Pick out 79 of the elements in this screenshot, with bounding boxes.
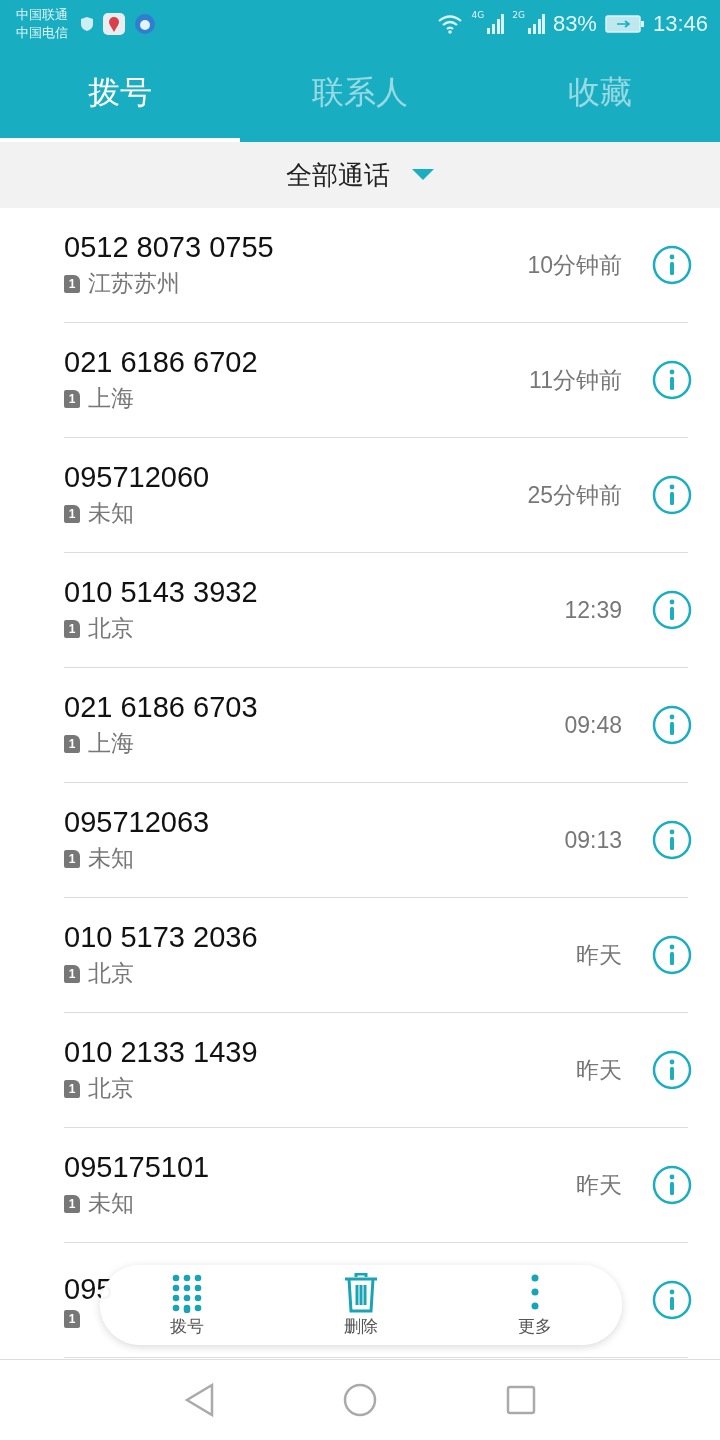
info-icon[interactable] (652, 705, 692, 745)
dialpad-icon (170, 1272, 203, 1313)
phone-number: 095175101 (64, 1151, 210, 1184)
clock-time: 13:46 (652, 11, 708, 37)
battery-percent: 83% (552, 11, 597, 37)
sim-card-badge: 1 (64, 274, 80, 293)
network-type: 2G (512, 10, 525, 20)
call-log-row[interactable]: 095712063 1 未知 09:13 (64, 783, 688, 898)
sim-card-badge: 1 (64, 389, 80, 408)
call-filter-dropdown[interactable]: 全部通话 (278, 153, 442, 197)
dial-button[interactable]: 拨号 (169, 1272, 204, 1338)
call-location: 上海 (88, 384, 134, 413)
call-location: 北京 (88, 959, 134, 988)
trash-icon (343, 1272, 379, 1313)
info-icon[interactable] (652, 360, 692, 400)
call-log-row[interactable]: 010 2133 1439 1 北京 昨天 (64, 1013, 688, 1128)
call-log-row[interactable]: 021 6186 6703 1 上海 09:48 (64, 668, 688, 783)
carrier-name: 中国联通 (16, 6, 68, 24)
call-time: 10分钟前 (527, 250, 622, 280)
call-time: 昨天 (576, 940, 622, 970)
sim-card-badge: 1 (64, 1194, 80, 1213)
phone-number: 095712060 (64, 461, 210, 494)
call-time: 09:48 (564, 711, 622, 739)
phone-number: 095712063 (64, 806, 210, 839)
sim-card-badge: 1 (64, 1309, 80, 1328)
phone-number: 095 (64, 1272, 113, 1306)
call-time: 昨天 (576, 1055, 622, 1085)
sim-card-badge: 1 (64, 734, 80, 753)
call-log-row[interactable]: 010 5143 3932 1 北京 12:39 (64, 553, 688, 668)
phone-number: 010 5143 3932 (64, 576, 258, 609)
info-icon[interactable] (652, 590, 692, 630)
signal-icon (486, 14, 505, 34)
call-time: 25分钟前 (527, 480, 622, 510)
phone-number: 021 6186 6703 (64, 691, 258, 724)
call-time: 昨天 (576, 1170, 622, 1200)
info-icon[interactable] (652, 245, 692, 285)
call-time: 11分钟前 (529, 365, 622, 395)
call-location: 未知 (88, 844, 134, 873)
back-icon[interactable] (184, 1383, 215, 1417)
network-type: 4G (471, 10, 485, 20)
call-location: 江苏苏州 (88, 269, 180, 298)
shield-icon (80, 16, 94, 32)
info-icon[interactable] (652, 935, 692, 975)
call-log-row[interactable]: 095712060 1 未知 25分钟前 (64, 438, 688, 553)
map-pin-icon (102, 12, 126, 36)
phone-number: 021 6186 6702 (64, 346, 258, 379)
carrier-name: 中国电信 (16, 24, 68, 42)
info-icon[interactable] (652, 1050, 692, 1090)
battery-charging-icon (604, 14, 645, 34)
call-location: 未知 (88, 1189, 134, 1218)
caret-icon (412, 169, 434, 181)
call-log-row[interactable]: 010 5173 2036 1 北京 昨天 (64, 898, 688, 1013)
sim-card-badge: 1 (64, 619, 80, 638)
call-time: 09:13 (564, 826, 622, 854)
call-location: 北京 (88, 1074, 134, 1103)
call-log-row[interactable]: 0512 8073 0755 1 江苏苏州 10分钟前 (64, 208, 688, 323)
call-location: 上海 (88, 729, 134, 758)
recents-icon[interactable] (505, 1385, 536, 1415)
sim-card-badge: 1 (64, 849, 80, 868)
info-icon[interactable] (652, 820, 692, 860)
call-log-row[interactable]: 095175101 1 未知 昨天 (64, 1128, 688, 1243)
home-icon[interactable] (343, 1383, 377, 1417)
more-button[interactable]: 更多 (518, 1272, 553, 1338)
info-icon[interactable] (652, 1165, 692, 1205)
call-time: 12:39 (564, 596, 622, 624)
sim-card-badge: 1 (64, 1079, 80, 1098)
sim-card-badge: 1 (64, 964, 80, 983)
delete-button[interactable]: 删除 (343, 1272, 379, 1338)
phone-number: 010 5173 2036 (64, 921, 258, 954)
call-location: 北京 (88, 614, 134, 643)
call-log-row[interactable]: 021 6186 6702 1 上海 11分钟前 (64, 323, 688, 438)
phone-number: 010 2133 1439 (64, 1036, 258, 1069)
call-location: 未知 (88, 499, 134, 528)
phone-number: 0512 8073 0755 (64, 231, 274, 264)
signal-icon (526, 14, 545, 34)
info-icon[interactable] (652, 1280, 692, 1320)
info-icon[interactable] (652, 475, 692, 515)
sim-card-badge: 1 (64, 504, 80, 523)
wifi-icon (437, 14, 464, 34)
